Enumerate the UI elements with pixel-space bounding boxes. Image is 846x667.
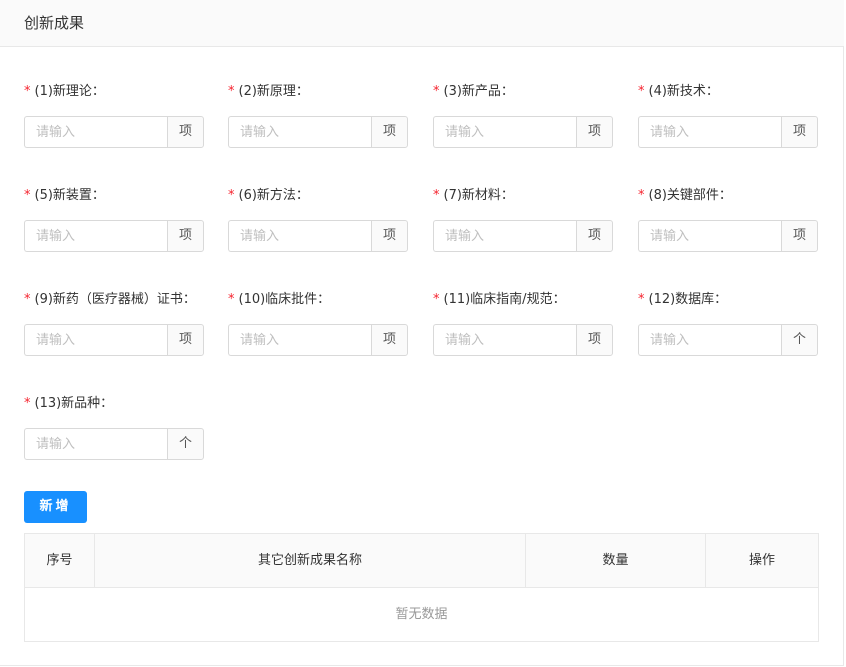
- input-group: 个: [24, 428, 204, 460]
- innovation-results-card: 创新成果 *(1)新理论： 项 *(2)新原理： 项 *(3)新产品： 项 *(…: [0, 0, 844, 666]
- new-product-input[interactable]: [433, 116, 576, 148]
- input-group: 项: [433, 116, 613, 148]
- required-mark: *: [24, 292, 31, 307]
- input-group: 项: [638, 220, 818, 252]
- field-new-variety: *(13)新品种： 个: [24, 394, 204, 460]
- new-variety-input[interactable]: [24, 428, 167, 460]
- field-new-material: *(7)新材料： 项: [433, 186, 613, 252]
- field-label: * (1)新理论：: [24, 84, 105, 99]
- input-group: 项: [228, 220, 408, 252]
- required-mark: *: [638, 84, 645, 99]
- required-mark: *: [228, 84, 235, 99]
- required-mark: *: [433, 292, 440, 307]
- table-empty-text: 暂无数据: [395, 607, 448, 622]
- input-group: 项: [228, 116, 408, 148]
- add-button[interactable]: 新增: [24, 491, 87, 523]
- new-theory-input[interactable]: [24, 116, 167, 148]
- column-header-actions: 操作: [748, 553, 775, 568]
- new-principle-input[interactable]: [228, 116, 371, 148]
- new-material-input[interactable]: [433, 220, 576, 252]
- input-group: 项: [24, 116, 204, 148]
- field-label: * (6)新方法：: [228, 188, 309, 203]
- unit-addon: 项: [371, 324, 408, 356]
- field-label: * (5)新装置：: [24, 188, 105, 203]
- card-header: 创新成果: [0, 0, 844, 47]
- field-label: * (12)数据库：: [638, 292, 728, 307]
- input-group: 项: [24, 324, 204, 356]
- required-mark: *: [433, 188, 440, 203]
- card-title: 创新成果: [24, 14, 85, 32]
- field-clinical-approval: *(10)临床批件： 项: [228, 290, 408, 356]
- field-label: * (11)临床指南/规范：: [433, 292, 566, 307]
- column-header-quantity: 数量: [526, 534, 706, 588]
- new-device-input[interactable]: [24, 220, 167, 252]
- field-clinical-guideline: *(11)临床指南/规范： 项: [433, 290, 613, 356]
- field-label: * (13)新品种：: [24, 396, 114, 411]
- required-mark: *: [433, 84, 440, 99]
- new-method-input[interactable]: [228, 220, 371, 252]
- field-new-principle: *(2)新原理： 项: [228, 82, 408, 148]
- field-database: *(12)数据库： 个: [638, 290, 818, 356]
- required-mark: *: [228, 188, 235, 203]
- required-mark: *: [228, 292, 235, 307]
- field-label: * (3)新产品：: [433, 84, 514, 99]
- key-component-input[interactable]: [638, 220, 781, 252]
- database-input[interactable]: [638, 324, 781, 356]
- unit-addon: 项: [167, 324, 204, 356]
- input-group: 项: [638, 116, 818, 148]
- required-mark: *: [638, 292, 645, 307]
- unit-addon: 项: [576, 324, 613, 356]
- unit-addon: 项: [576, 116, 613, 148]
- clinical-guideline-input[interactable]: [433, 324, 576, 356]
- input-group: 项: [433, 324, 613, 356]
- unit-addon: 项: [781, 220, 818, 252]
- column-header-name: 其它创新成果名称: [95, 534, 526, 588]
- field-new-drug-certificate: *(9)新药（医疗器械）证书： 项: [24, 290, 204, 356]
- field-label: * (7)新材料：: [433, 188, 514, 203]
- required-mark: *: [24, 396, 31, 411]
- column-header-index: 序号: [25, 534, 95, 588]
- field-label: * (4)新技术：: [638, 84, 719, 99]
- input-group: 项: [433, 220, 613, 252]
- required-mark: *: [24, 84, 31, 99]
- unit-addon: 项: [576, 220, 613, 252]
- field-new-theory: *(1)新理论： 项: [24, 82, 204, 148]
- clinical-approval-input[interactable]: [228, 324, 371, 356]
- required-mark: *: [638, 188, 645, 203]
- unit-addon: 项: [167, 116, 204, 148]
- new-drug-certificate-input[interactable]: [24, 324, 167, 356]
- field-key-component: *(8)关键部件： 项: [638, 186, 818, 252]
- input-group: 项: [24, 220, 204, 252]
- unit-addon: 项: [781, 116, 818, 148]
- input-group: 项: [228, 324, 408, 356]
- field-label: * (10)临床批件：: [228, 292, 331, 307]
- unit-addon: 项: [371, 220, 408, 252]
- field-new-technology: *(4)新技术： 项: [638, 82, 818, 148]
- required-mark: *: [24, 188, 31, 203]
- field-new-product: *(3)新产品： 项: [433, 82, 613, 148]
- field-label: * (9)新药（医疗器械）证书：: [24, 292, 196, 307]
- input-group: 个: [638, 324, 818, 356]
- unit-addon: 项: [167, 220, 204, 252]
- field-new-device: *(5)新装置： 项: [24, 186, 204, 252]
- unit-addon: 个: [781, 324, 818, 356]
- unit-addon: 个: [167, 428, 204, 460]
- field-label: * (8)关键部件：: [638, 188, 732, 203]
- other-results-table: 序号 其它创新成果名称 数量 操作 暂无数据: [24, 533, 819, 642]
- field-new-method: *(6)新方法： 项: [228, 186, 408, 252]
- table-header: 序号 其它创新成果名称 数量 操作: [25, 534, 818, 588]
- field-label: * (2)新原理：: [228, 84, 309, 99]
- unit-addon: 项: [371, 116, 408, 148]
- new-technology-input[interactable]: [638, 116, 781, 148]
